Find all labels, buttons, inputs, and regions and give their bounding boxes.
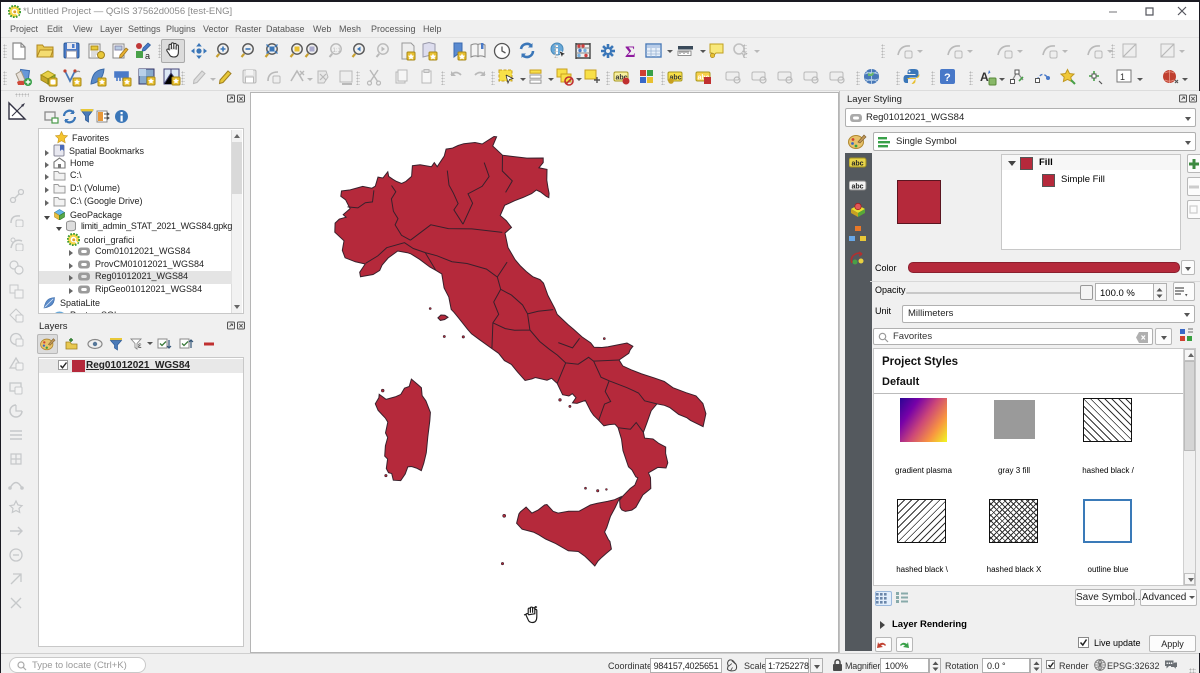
svg-text:1: 1 <box>1120 72 1125 82</box>
svg-text:ε: ε <box>138 341 142 350</box>
svg-text:Σ: Σ <box>625 44 635 60</box>
svg-text:1:1: 1:1 <box>333 48 342 54</box>
svg-text:abc: abc <box>851 184 863 191</box>
svg-text:?: ? <box>944 72 951 84</box>
svg-text:abc: abc <box>851 161 863 168</box>
svg-text:a: a <box>145 51 150 60</box>
svg-text:A: A <box>980 70 989 84</box>
